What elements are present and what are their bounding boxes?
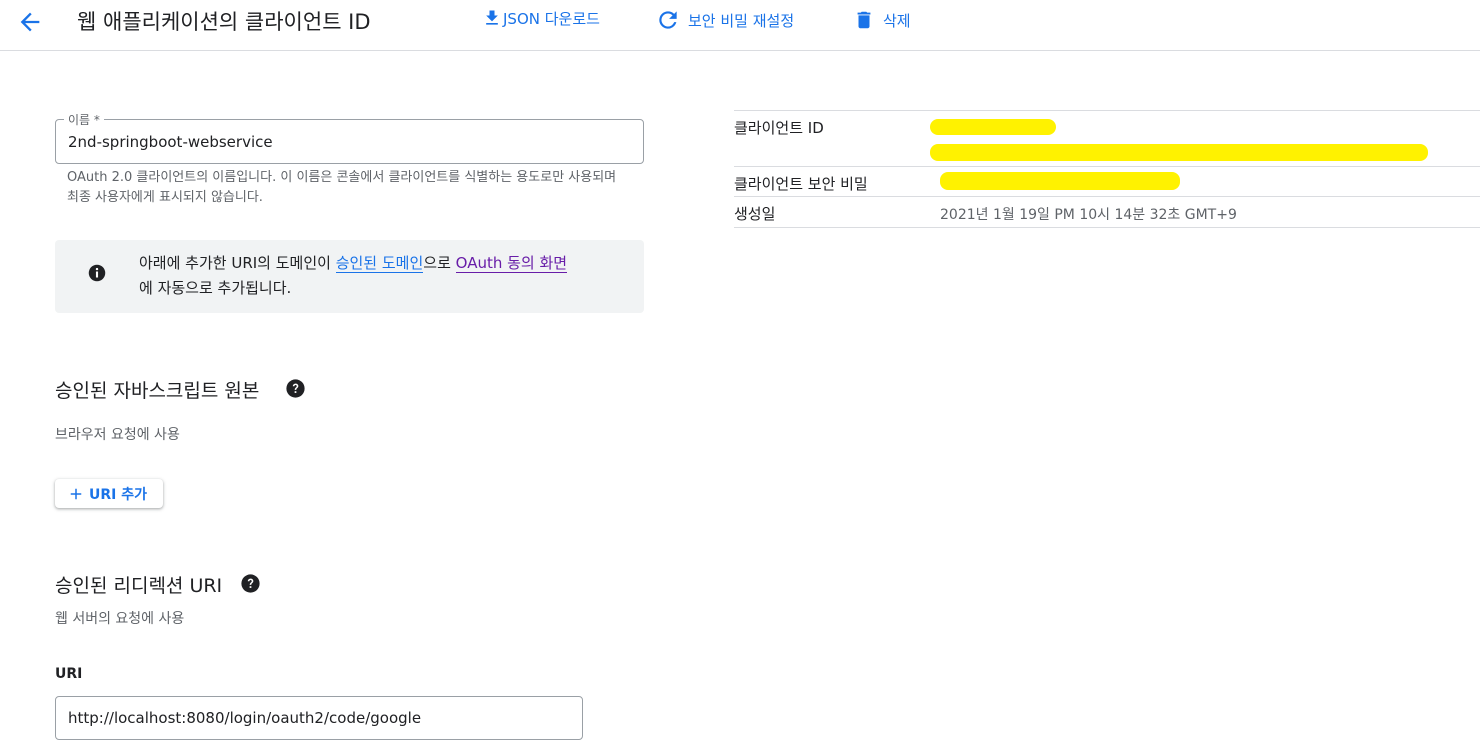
info-text-part: 아래에 추가한 URI의 도메인이 [139, 254, 336, 272]
created-row: 생성일 2021년 1월 19일 PM 10시 14분 32초 GMT+9 [734, 197, 1480, 228]
created-label: 생성일 [734, 205, 776, 223]
top-bar: 웹 애플리케이션의 클라이언트 ID JSON 다운로드 보안 비밀 재설정 삭… [0, 0, 1480, 51]
name-hint: OAuth 2.0 클라이언트의 이름입니다. 이 이름은 콘솔에서 클라이언트… [67, 170, 617, 205]
name-field[interactable]: 이름 * 2nd-springboot-webservice [55, 111, 644, 164]
info-text-part: 으로 [423, 254, 456, 272]
delete-label: 삭제 [883, 11, 911, 30]
download-json-label: JSON 다운로드 [503, 9, 600, 28]
info-text-part: 에 자동으로 추가됩니다. [139, 279, 292, 297]
name-field-value: 2nd-springboot-webservice [68, 133, 273, 151]
refresh-icon [659, 11, 677, 29]
download-json-button[interactable]: JSON 다운로드 [482, 7, 600, 29]
redirect-uri-value: http://localhost:8080/login/oauth2/code/… [68, 709, 422, 727]
info-icon [88, 264, 106, 282]
client-id-redaction [930, 144, 1428, 161]
add-uri-label: URI 추가 [89, 486, 147, 503]
delete-button[interactable]: 삭제 [853, 7, 911, 33]
client-info-table: 클라이언트 ID 클라이언트 보안 비밀 생성일 2021년 1월 19일 PM… [734, 110, 1480, 228]
client-secret-label: 클라이언트 보안 비밀 [734, 175, 868, 193]
client-id-label: 클라이언트 ID [734, 119, 824, 137]
js-origins-title: 승인된 자바스크립트 원본 [55, 380, 260, 402]
help-icon[interactable] [241, 574, 260, 593]
reset-secret-label: 보안 비밀 재설정 [688, 11, 795, 30]
created-value: 2021년 1월 19일 PM 10시 14분 32초 GMT+9 [940, 207, 1237, 223]
client-id-row: 클라이언트 ID [734, 111, 1480, 167]
add-uri-button[interactable]: URI 추가 [55, 479, 163, 508]
uri-label: URI [55, 666, 83, 682]
authorized-domain-link[interactable]: 승인된 도메인 [335, 254, 424, 273]
arrow-back-icon [20, 12, 40, 32]
redirect-uri-input[interactable]: http://localhost:8080/login/oauth2/code/… [55, 696, 583, 740]
redirect-uris-subtitle: 웹 서버의 요청에 사용 [55, 611, 185, 627]
reset-secret-button[interactable]: 보안 비밀 재설정 [655, 7, 794, 33]
name-field-label: 이름 * [64, 111, 104, 128]
redirect-uris-title: 승인된 리디렉션 URI [55, 575, 223, 597]
back-button[interactable] [16, 8, 44, 36]
client-id-redaction [930, 119, 1056, 135]
help-icon[interactable] [286, 379, 305, 398]
client-secret-row: 클라이언트 보안 비밀 [734, 167, 1480, 197]
page-title: 웹 애플리케이션의 클라이언트 ID [77, 10, 371, 34]
plus-icon [70, 488, 82, 499]
domain-info-text: 아래에 추가한 URI의 도메인이 승인된 도메인으로 OAuth 동의 화면에… [139, 251, 629, 301]
js-origins-subtitle: 브라우저 요청에 사용 [55, 427, 180, 443]
download-icon [486, 10, 498, 25]
domain-info-box: 아래에 추가한 URI의 도메인이 승인된 도메인으로 OAuth 동의 화면에… [55, 240, 644, 313]
client-secret-redaction [940, 172, 1180, 190]
oauth-consent-screen-link[interactable]: OAuth 동의 화면 [455, 254, 568, 273]
trash-icon [857, 11, 871, 29]
